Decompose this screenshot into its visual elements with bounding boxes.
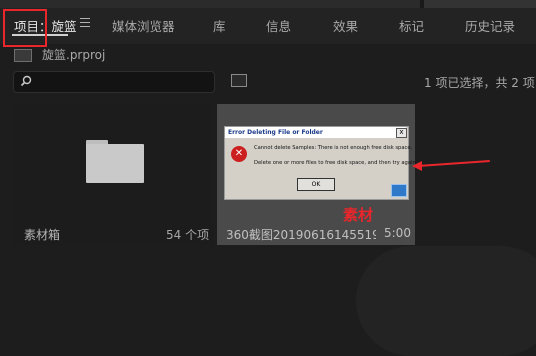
dialog-ok-button: OK	[297, 178, 335, 191]
background-shape	[356, 246, 536, 356]
clip-label: 360截图2019061614551903...	[226, 228, 376, 242]
clip-type-badge-icon	[391, 184, 407, 197]
search-icon	[20, 75, 32, 87]
tab-media-browser[interactable]: 媒体浏览器	[112, 16, 175, 35]
highlight-box	[3, 9, 47, 47]
new-search-bin-icon[interactable]	[231, 74, 247, 87]
dialog-message-1: Cannot delete Samples: There is not enou…	[254, 145, 413, 151]
annotation-arrow	[417, 159, 490, 167]
error-icon: ✕	[231, 146, 247, 162]
close-icon: x	[396, 128, 407, 138]
folder-icon-body	[86, 144, 144, 183]
annotation-label: 素材	[343, 206, 374, 224]
tab-libraries[interactable]: 库	[213, 16, 226, 35]
project-file-icon	[14, 49, 32, 62]
tab-markers[interactable]: 标记	[399, 16, 424, 35]
search-input[interactable]	[13, 71, 215, 93]
top-strip	[0, 0, 536, 8]
selection-status: 1 项已选择，共 2 项	[424, 76, 535, 90]
panel-menu-icon[interactable]	[80, 18, 90, 27]
tab-effects[interactable]: 效果	[333, 16, 358, 35]
dialog-title: Error Deleting File or Folder	[225, 127, 406, 138]
tab-history[interactable]: 历史记录	[465, 16, 515, 35]
bin-label: 素材箱	[24, 228, 61, 242]
tab-info[interactable]: 信息	[266, 16, 291, 35]
annotation-arrow-head	[412, 161, 422, 171]
project-filename: 旋篮.prproj	[42, 48, 106, 62]
bin-item-count: 54 个项	[166, 228, 210, 242]
dialog-message-2: Delete one or more files to free disk sp…	[254, 160, 418, 166]
clip-duration: 5:00	[384, 226, 411, 240]
